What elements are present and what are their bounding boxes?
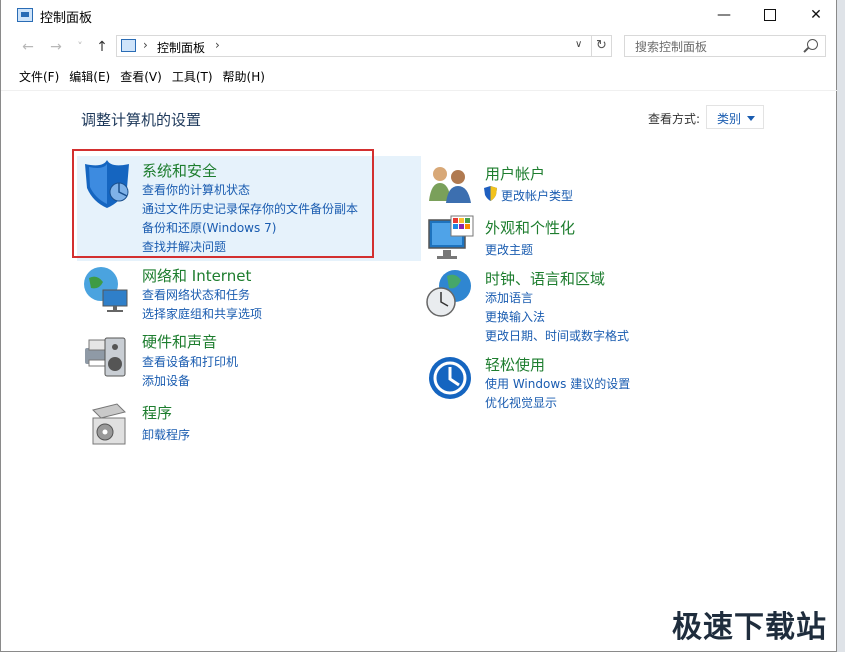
up-button[interactable]: ↑: [91, 37, 113, 57]
users-icon: [429, 167, 471, 203]
breadcrumb-control-panel[interactable]: 控制面板: [157, 39, 205, 56]
link-devices-printers[interactable]: 查看设备和打印机: [142, 353, 238, 370]
category-user-accounts-title[interactable]: 用户帐户: [485, 163, 545, 184]
forward-button[interactable]: →: [45, 37, 67, 57]
link-uninstall-program[interactable]: 卸载程序: [142, 426, 190, 443]
page-heading: 调整计算机的设置: [81, 111, 202, 129]
category-network-title[interactable]: 网络和 Internet: [142, 265, 251, 286]
network-globe-icon: [84, 267, 128, 312]
link-add-device[interactable]: 添加设备: [142, 372, 190, 389]
programs-icon: [92, 403, 126, 445]
menu-view[interactable]: 查看(V): [120, 70, 162, 84]
menu-bar: 文件(F) 编辑(E) 查看(V) 工具(T) 帮助(H): [19, 68, 275, 86]
menu-file[interactable]: 文件(F): [19, 70, 59, 84]
search-input[interactable]: [633, 37, 807, 57]
dropdown-arrow-icon: [747, 116, 755, 121]
title-bar[interactable]: 控制面板 — ✕: [1, 0, 838, 32]
breadcrumb-separator[interactable]: ›: [215, 38, 220, 52]
highlight-annotation-box: [72, 149, 374, 258]
breadcrumb-separator[interactable]: ›: [143, 38, 148, 52]
search-box[interactable]: [624, 35, 826, 57]
category-ease-of-access-title[interactable]: 轻松使用: [485, 354, 545, 375]
category-appearance-title[interactable]: 外观和个性化: [485, 217, 575, 238]
link-change-input-method[interactable]: 更换输入法: [485, 308, 545, 325]
link-change-theme[interactable]: 更改主题: [485, 241, 533, 258]
view-by-dropdown[interactable]: 类别: [706, 105, 764, 129]
category-programs-title[interactable]: 程序: [142, 402, 172, 423]
appearance-icon: [428, 215, 474, 259]
category-hardware-sound-title[interactable]: 硬件和声音: [142, 331, 217, 352]
menu-edit[interactable]: 编辑(E): [69, 70, 110, 84]
menu-help[interactable]: 帮助(H): [223, 70, 265, 84]
watermark-text: 极速下载站: [672, 610, 827, 645]
control-panel-icon: [17, 8, 33, 22]
link-windows-recommended-settings[interactable]: 使用 Windows 建议的设置: [485, 375, 630, 392]
category-clock-region-title[interactable]: 时钟、语言和区域: [485, 268, 605, 289]
link-network-status[interactable]: 查看网络状态和任务: [142, 286, 250, 303]
recent-locations-button[interactable]: ˅: [69, 37, 91, 57]
divider: [1, 90, 837, 91]
search-icon[interactable]: [807, 39, 818, 50]
link-change-account-type[interactable]: 更改帐户类型: [501, 187, 573, 204]
uac-shield-icon: [484, 186, 497, 201]
back-button[interactable]: ←: [17, 37, 39, 57]
address-dropdown-icon[interactable]: ∨: [575, 39, 582, 50]
view-by-value: 类别: [717, 112, 742, 126]
link-homegroup-sharing[interactable]: 选择家庭组和共享选项: [142, 305, 262, 322]
ease-of-access-icon: [429, 357, 471, 399]
maximize-button[interactable]: [747, 0, 793, 30]
address-bar[interactable]: › 控制面板 › ∨: [116, 35, 592, 57]
refresh-button[interactable]: ↻: [592, 35, 612, 57]
maximize-icon: [764, 9, 776, 21]
menu-tools[interactable]: 工具(T): [172, 70, 213, 84]
control-panel-icon: [121, 39, 136, 52]
printer-speaker-icon: [85, 337, 126, 377]
view-by-label: 查看方式:: [648, 112, 701, 126]
close-button[interactable]: ✕: [793, 0, 839, 30]
link-optimize-visual-display[interactable]: 优化视觉显示: [485, 394, 557, 411]
window-title: 控制面板: [40, 11, 93, 26]
minimize-button[interactable]: —: [701, 0, 747, 30]
clock-globe-icon: [426, 270, 471, 317]
control-panel-window: 控制面板 — ✕ ← → ˅ ↑ › 控制面板 › ∨ ↻ 文件(F) 编辑(E)…: [0, 0, 837, 652]
background-edge: [837, 0, 845, 652]
link-add-language[interactable]: 添加语言: [485, 289, 533, 306]
link-change-date-time-format[interactable]: 更改日期、时间或数字格式: [485, 327, 629, 344]
